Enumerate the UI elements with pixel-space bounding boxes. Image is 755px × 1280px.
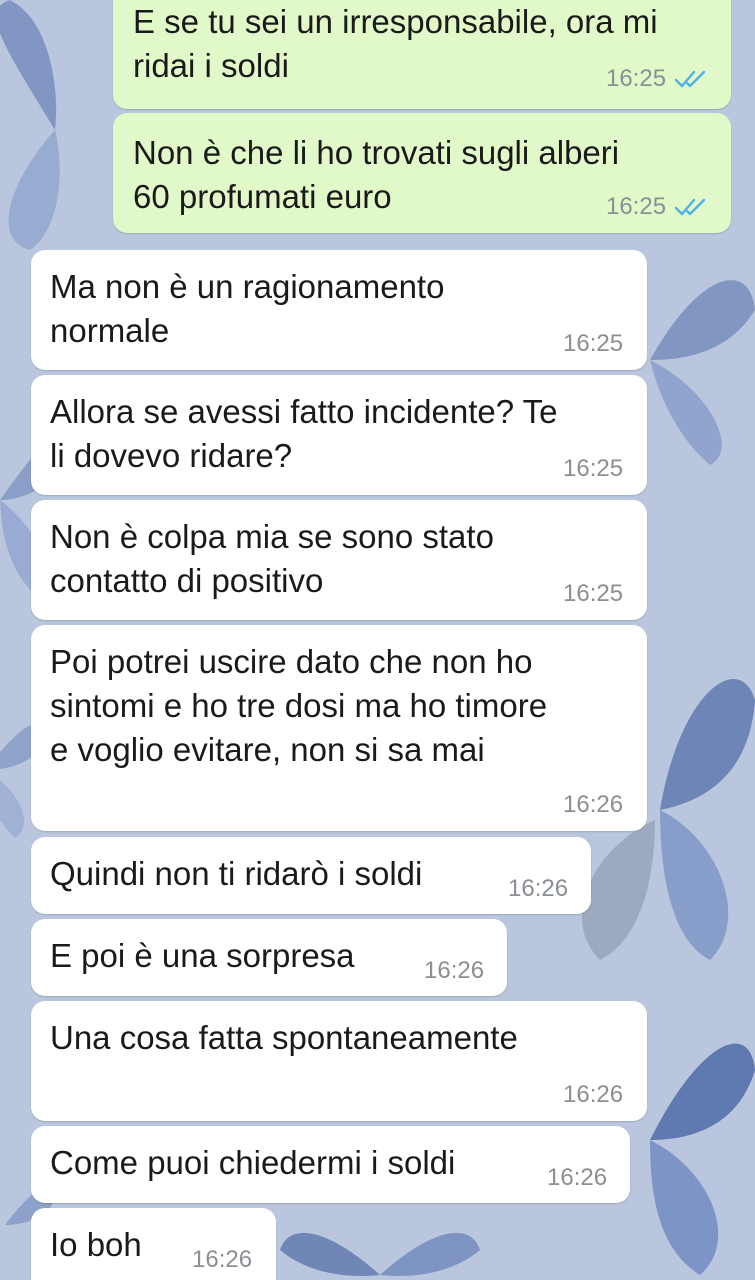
message-meta: 16:25	[563, 330, 623, 358]
message-meta: 16:26	[508, 875, 568, 903]
message-text: Quindi non ti ridarò i soldi	[50, 855, 423, 892]
message-text: Io boh	[50, 1226, 142, 1263]
message-text: Poi potrei uscire dato che non ho sintom…	[50, 643, 548, 768]
incoming-message-bubble[interactable]: E poi è una sorpresa 16:26	[31, 919, 507, 996]
double-check-icon	[674, 198, 706, 216]
chat-message-list[interactable]: E se tu sei un irresponsabile, ora mi ri…	[0, 0, 755, 1280]
message-text: Non è colpa mia se sono stato contatto d…	[50, 518, 494, 599]
incoming-message-bubble[interactable]: Una cosa fatta spontaneamente 16:26	[31, 1001, 647, 1121]
incoming-message-bubble[interactable]: Poi potrei uscire dato che non ho sintom…	[31, 625, 647, 831]
message-timestamp: 16:26	[508, 875, 569, 902]
incoming-message-bubble[interactable]: Ma non è un ragionamento normale 16:25	[31, 250, 647, 370]
message-meta: 16:26	[547, 1164, 607, 1192]
outgoing-message-bubble[interactable]: E se tu sei un irresponsabile, ora mi ri…	[113, 0, 731, 109]
message-meta: 16:26	[563, 791, 623, 819]
message-text: Allora se avessi fatto incidente? Te li …	[50, 393, 558, 474]
outgoing-message-bubble[interactable]: Non è che li ho trovati sugli alberi 60 …	[113, 113, 731, 233]
incoming-message-bubble[interactable]: Non è colpa mia se sono stato contatto d…	[31, 500, 647, 620]
message-meta: 16:25	[563, 455, 623, 483]
message-timestamp: 16:26	[547, 1164, 608, 1191]
message-text: Una cosa fatta spontaneamente	[50, 1019, 518, 1056]
message-timestamp: 16:26	[563, 791, 624, 818]
message-timestamp: 16:26	[563, 1081, 624, 1108]
message-text: Come puoi chiedermi i soldi	[50, 1144, 456, 1181]
message-timestamp: 16:25	[563, 455, 624, 482]
message-meta: 16:26	[424, 957, 484, 985]
message-timestamp: 16:26	[192, 1246, 253, 1273]
message-text: E se tu sei un irresponsabile, ora mi ri…	[133, 3, 658, 84]
incoming-message-bubble[interactable]: Quindi non ti ridarò i soldi 16:26	[31, 837, 591, 914]
message-text: Non è che li ho trovati sugli alberi 60 …	[133, 134, 620, 215]
double-check-icon	[674, 70, 706, 88]
message-meta: 16:25	[563, 580, 623, 608]
message-meta: 16:26	[192, 1246, 252, 1274]
message-text: Ma non è un ragionamento normale	[50, 268, 445, 349]
message-timestamp: 16:25	[606, 193, 667, 220]
message-meta: 16:26	[563, 1081, 623, 1109]
message-timestamp: 16:25	[563, 580, 624, 607]
incoming-message-bubble[interactable]: Io boh 16:26	[31, 1208, 276, 1280]
incoming-message-bubble[interactable]: Allora se avessi fatto incidente? Te li …	[31, 375, 647, 495]
incoming-message-bubble[interactable]: Come puoi chiedermi i soldi 16:26	[31, 1126, 630, 1203]
message-meta: 16:25	[606, 193, 708, 221]
message-timestamp: 16:25	[563, 330, 624, 357]
message-timestamp: 16:25	[606, 65, 667, 92]
message-text: E poi è una sorpresa	[50, 937, 355, 974]
message-meta: 16:25	[606, 65, 708, 93]
message-timestamp: 16:26	[424, 957, 485, 984]
